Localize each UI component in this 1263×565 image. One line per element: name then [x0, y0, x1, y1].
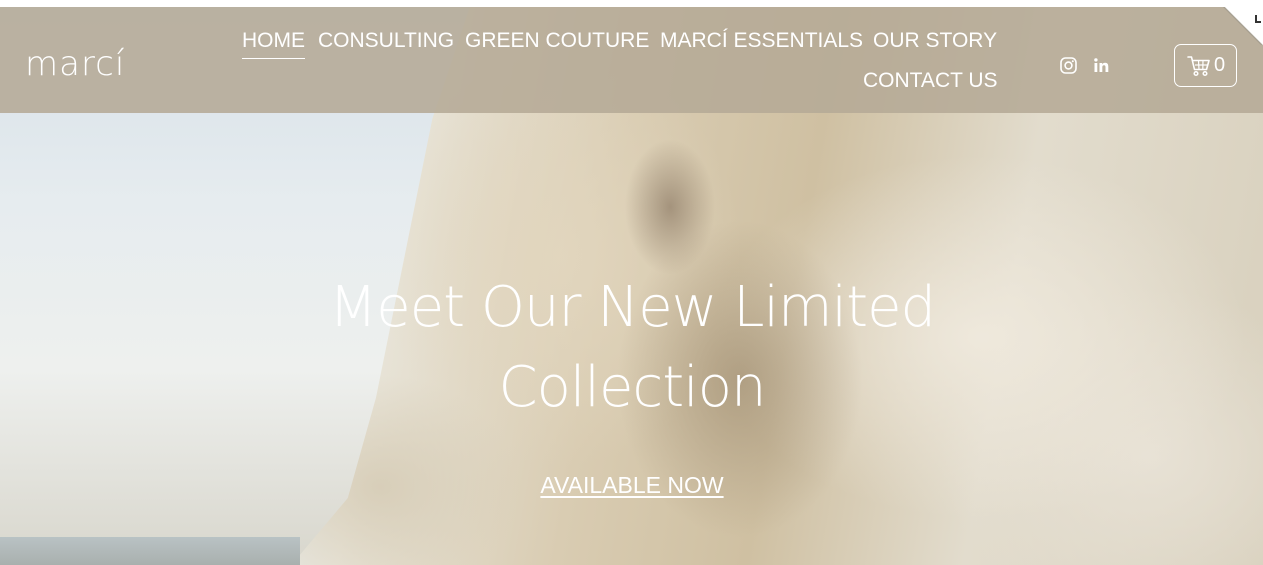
cart-icon [1187, 56, 1210, 77]
hero-sea [0, 537, 300, 565]
linkedin-icon[interactable] [1093, 57, 1111, 75]
corner-arrow-icon [1255, 15, 1261, 23]
nav-green-couture[interactable]: GREEN COUTURE [465, 30, 649, 51]
brand-logo[interactable]: marcí [25, 47, 125, 81]
site-header: marcí HOME CONSULTING GREEN COUTURE MARC… [0, 7, 1263, 113]
available-now-link[interactable]: AVAILABLE NOW [432, 474, 832, 497]
cart-button[interactable]: 0 [1174, 44, 1237, 87]
nav-contact-us[interactable]: CONTACT US [863, 70, 998, 91]
instagram-icon[interactable] [1060, 57, 1078, 75]
page-corner-fold[interactable] [1223, 7, 1263, 45]
hero-headline: Meet Our New Limited Collection [328, 275, 936, 420]
nav-consulting[interactable]: CONSULTING [318, 30, 454, 51]
cart-count: 0 [1214, 54, 1226, 76]
nav-our-story[interactable]: OUR STORY [873, 30, 997, 51]
nav-marci-essentials[interactable]: MARCÍ ESSENTIALS [660, 30, 863, 51]
page: marcí HOME CONSULTING GREEN COUTURE MARC… [0, 0, 1263, 565]
nav-home[interactable]: HOME [242, 30, 305, 59]
